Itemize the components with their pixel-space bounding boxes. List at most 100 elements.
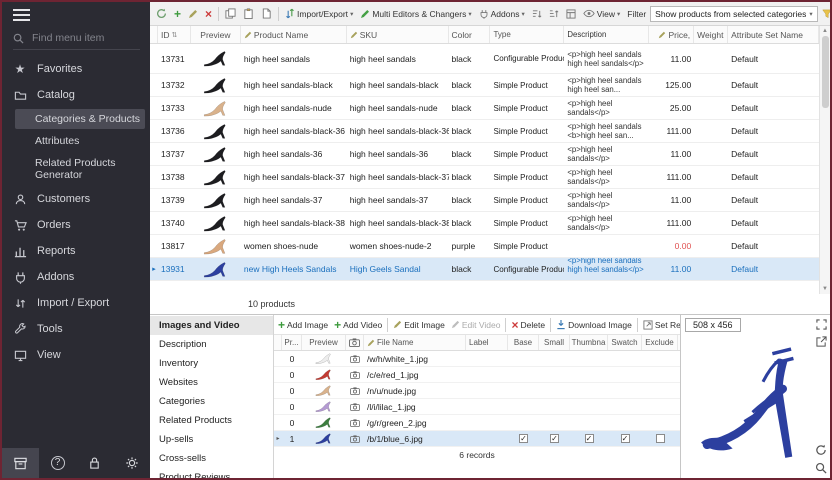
row-expand-icon[interactable] xyxy=(150,120,158,142)
header-sku[interactable]: SKU xyxy=(347,26,449,43)
header-swatch[interactable]: Swatch xyxy=(608,335,642,350)
header-camera[interactable] xyxy=(346,335,364,350)
row-expand-icon[interactable] xyxy=(150,143,158,165)
addons-menu[interactable]: Addons▾ xyxy=(476,7,528,21)
product-row[interactable]: 13733 high heel sandals-nude high heel s… xyxy=(150,97,819,120)
edit-image-button[interactable]: Edit Image xyxy=(390,318,448,332)
image-size-field[interactable]: 508 x 456 xyxy=(685,318,741,332)
thumbnail-checkbox[interactable]: ✓ xyxy=(585,434,594,443)
sidebar-item-import-export[interactable]: Import / Export xyxy=(2,290,150,316)
header-thumbnail[interactable]: Thumbna xyxy=(570,335,608,350)
product-row[interactable]: 13817 women shoes-nude women shoes-nude-… xyxy=(150,235,819,258)
sidebar-item-addons[interactable]: Addons xyxy=(2,264,150,290)
exclude-checkbox[interactable] xyxy=(656,434,665,443)
filters-menu[interactable]: Filters▾ xyxy=(819,7,830,21)
product-row[interactable]: 13732 high heel sandals-black high heel … xyxy=(150,74,819,97)
tab-description[interactable]: Description xyxy=(150,335,273,354)
edit-video-button[interactable]: Edit Video xyxy=(448,318,504,332)
hamburger-menu-icon[interactable] xyxy=(13,6,30,24)
product-row-selected[interactable]: ▸ 13931 new High Heels Sandals High Geel… xyxy=(150,258,819,281)
refresh-button[interactable] xyxy=(153,6,170,21)
sidebar-item-tools[interactable]: Tools xyxy=(2,316,150,342)
lock-button[interactable] xyxy=(76,448,113,478)
row-expand-icon[interactable] xyxy=(150,74,158,96)
row-expand-icon[interactable]: ▸ xyxy=(150,258,158,280)
header-product-name[interactable]: Product Name xyxy=(241,26,347,43)
row-expand-icon[interactable] xyxy=(150,189,158,211)
category-filter-select[interactable]: Show products from selected categories ▾ xyxy=(650,6,817,22)
multi-editors-menu[interactable]: Multi Editors & Changers▾ xyxy=(357,7,474,21)
view-menu[interactable]: View▾ xyxy=(580,7,624,21)
help-button[interactable]: ? xyxy=(39,448,76,478)
store-archive-button[interactable] xyxy=(2,448,39,478)
download-image-button[interactable]: Download Image xyxy=(553,317,635,332)
sidebar-item-related-products-generator[interactable]: Related Products Generator xyxy=(2,152,150,186)
product-row[interactable]: 13731 high heel sandals high heel sandal… xyxy=(150,44,819,74)
base-checkbox[interactable]: ✓ xyxy=(519,434,528,443)
media-row[interactable]: 0 /c/e/red_1.jpg xyxy=(274,367,680,383)
header-description[interactable]: Description xyxy=(564,26,649,43)
tab-categories[interactable]: Categories xyxy=(150,392,273,411)
header-file-name[interactable]: File Name xyxy=(364,335,466,350)
sidebar-item-attributes[interactable]: Attributes xyxy=(2,130,150,152)
tab-websites[interactable]: Websites xyxy=(150,373,273,392)
scroll-down-icon[interactable]: ▼ xyxy=(822,284,828,294)
header-color[interactable]: Color xyxy=(449,26,491,43)
header-preview[interactable]: Preview xyxy=(191,26,241,43)
sidebar-item-favorites[interactable]: ★ Favorites xyxy=(2,56,150,82)
header-price[interactable]: Price, xyxy=(649,26,694,43)
scroll-up-icon[interactable]: ▲ xyxy=(822,26,828,36)
sidebar-item-categories-products[interactable]: Categories & Products xyxy=(15,109,145,129)
small-checkbox[interactable]: ✓ xyxy=(550,434,559,443)
scrollbar-thumb[interactable] xyxy=(822,36,829,108)
row-expand-icon[interactable] xyxy=(150,97,158,119)
header-attribute-set[interactable]: Attribute Set Name xyxy=(728,26,819,43)
header-small[interactable]: Small xyxy=(539,335,570,350)
sidebar-item-view[interactable]: View xyxy=(2,342,150,368)
row-expand-icon[interactable] xyxy=(150,212,158,234)
header-image-label[interactable]: Label xyxy=(466,335,508,350)
vertical-scrollbar[interactable]: ▲ ▼ xyxy=(819,26,830,294)
delete-product-button[interactable]: × xyxy=(202,7,215,21)
tab-inventory[interactable]: Inventory xyxy=(150,354,273,373)
import-export-menu[interactable]: Import/Export▾ xyxy=(282,6,356,21)
header-base[interactable]: Base xyxy=(508,335,539,350)
product-row[interactable]: 13736 high heel sandals-black-36 high he… xyxy=(150,120,819,143)
media-row-selected[interactable]: ▸ 1 /b/1/blue_6.jpg ✓ ✓ ✓ ✓ xyxy=(274,431,680,447)
tab-cross-sells[interactable]: Cross-sells xyxy=(150,449,273,468)
product-row[interactable]: 13739 high heel sandals-37 high heel san… xyxy=(150,189,819,212)
header-preview[interactable]: Preview xyxy=(302,335,346,350)
delete-image-button[interactable]: ×Delete xyxy=(508,318,548,332)
row-expand-icon[interactable] xyxy=(150,235,158,257)
media-row[interactable]: 0 /n/u/nude.jpg xyxy=(274,383,680,399)
tab-product-reviews[interactable]: Product Reviews xyxy=(150,468,273,478)
media-row[interactable]: 0 /l/i/lilac_1.jpg xyxy=(274,399,680,415)
settings-button[interactable] xyxy=(113,448,150,478)
header-weight[interactable]: Weight xyxy=(694,26,728,43)
header-priority[interactable]: Pr... xyxy=(282,335,302,350)
add-video-button[interactable]: +Add Video xyxy=(331,318,385,332)
tab-up-sells[interactable]: Up-sells xyxy=(150,430,273,449)
sort-descending-button[interactable] xyxy=(546,7,562,21)
zoom-icon[interactable] xyxy=(815,462,827,474)
swatch-checkbox[interactable]: ✓ xyxy=(621,434,630,443)
fullscreen-icon[interactable] xyxy=(816,319,827,330)
sidebar-item-orders[interactable]: Orders xyxy=(2,212,150,238)
row-expand-icon[interactable] xyxy=(150,44,158,73)
menu-search-input[interactable] xyxy=(30,31,130,45)
duplicate-button[interactable] xyxy=(258,6,275,21)
rotate-icon[interactable] xyxy=(815,444,827,456)
media-row[interactable]: 0 /g/r/green_2.jpg xyxy=(274,415,680,431)
header-type[interactable]: Type xyxy=(490,26,564,43)
product-row[interactable]: 13738 high heel sandals-black-37 high he… xyxy=(150,166,819,189)
product-row[interactable]: 13737 high heel sandals-36 high heel san… xyxy=(150,143,819,166)
tab-images-and-video[interactable]: Images and Video xyxy=(150,316,273,335)
sidebar-item-customers[interactable]: Customers xyxy=(2,186,150,212)
set-resize-rule-button[interactable]: Set Resize Rule xyxy=(640,318,680,332)
open-external-icon[interactable] xyxy=(816,336,827,347)
media-row[interactable]: 0 /w/h/white_1.jpg xyxy=(274,351,680,367)
add-product-button[interactable]: + xyxy=(171,7,184,21)
add-image-button[interactable]: +Add Image xyxy=(275,318,331,332)
sidebar-item-catalog[interactable]: Catalog xyxy=(2,82,150,108)
edit-product-button[interactable] xyxy=(185,7,201,21)
